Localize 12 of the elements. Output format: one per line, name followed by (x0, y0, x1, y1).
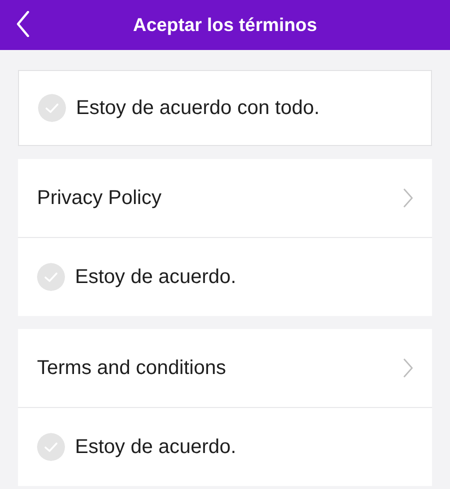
chevron-right-icon (403, 358, 413, 378)
agree-label: Estoy de acuerdo. (75, 266, 236, 288)
agree-label: Estoy de acuerdo. (75, 436, 236, 458)
document-link[interactable]: Privacy Policy (37, 186, 162, 210)
back-icon (16, 11, 30, 37)
chevron-right-icon (403, 188, 413, 208)
checkbox[interactable] (37, 433, 65, 461)
checkbox[interactable] (37, 263, 65, 291)
agree-label: Estoy de acuerdo con todo. (76, 96, 320, 120)
page-title: Aceptar los términos (132, 14, 318, 36)
document-link[interactable]: Terms and conditions (37, 356, 226, 380)
checkbox[interactable] (38, 94, 66, 122)
